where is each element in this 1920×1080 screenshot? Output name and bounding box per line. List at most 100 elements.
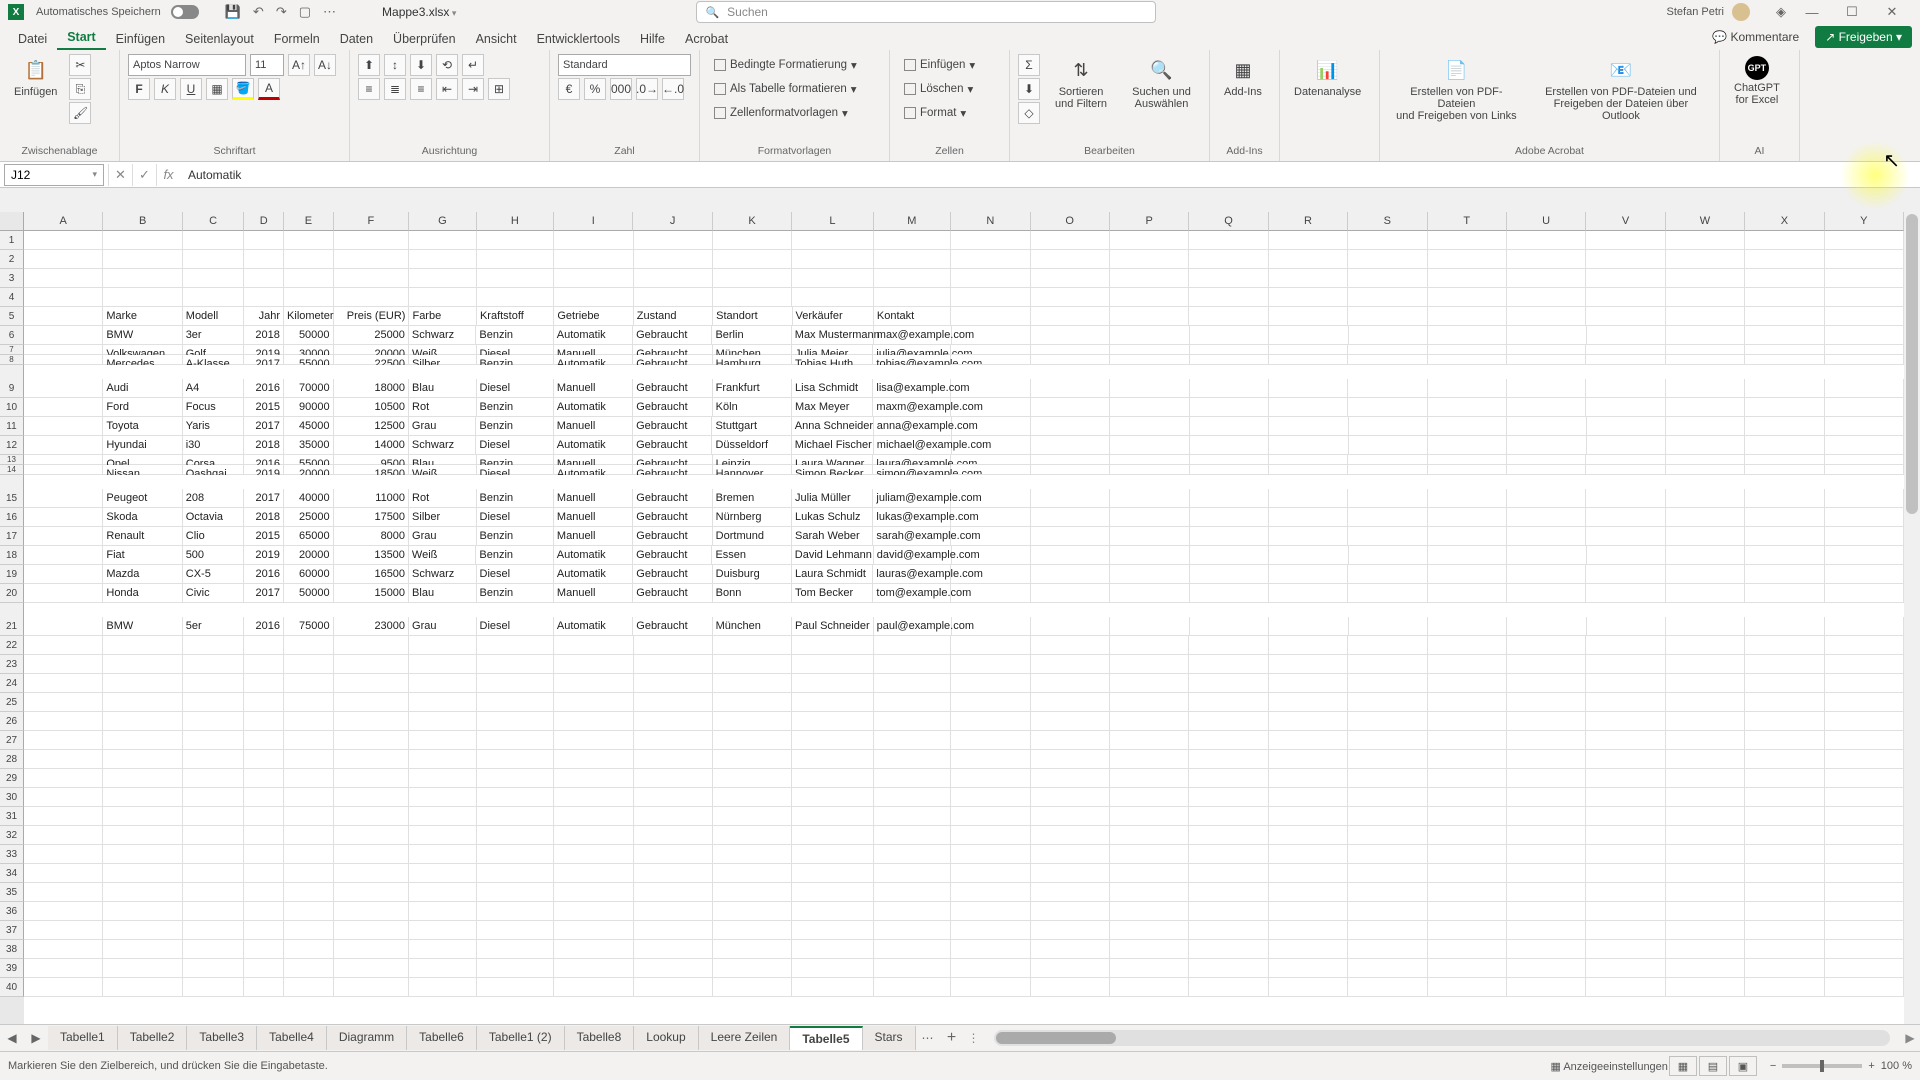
cell[interactable] — [1031, 379, 1110, 398]
row-header[interactable]: 27 — [0, 731, 24, 750]
cell[interactable]: maxm@example.com — [873, 398, 951, 417]
cell[interactable]: 50000 — [284, 326, 334, 345]
cell[interactable] — [183, 826, 245, 845]
cell[interactable]: 70000 — [284, 379, 334, 398]
cell[interactable] — [1269, 978, 1348, 997]
cell[interactable] — [1745, 288, 1824, 307]
cell[interactable] — [1110, 940, 1189, 959]
cell[interactable]: Grau — [409, 527, 476, 546]
cell[interactable]: Clio — [183, 527, 245, 546]
cell[interactable]: 14000 — [334, 436, 409, 455]
cell[interactable] — [1031, 693, 1110, 712]
cell[interactable] — [1666, 826, 1745, 845]
cell[interactable]: Gebraucht — [633, 617, 712, 636]
cell[interactable]: Diesel — [477, 508, 554, 527]
cell[interactable] — [1269, 307, 1348, 326]
column-header-C[interactable]: C — [183, 212, 245, 231]
paste-button[interactable]: 📋Einfügen — [8, 54, 63, 100]
cell[interactable] — [24, 398, 103, 417]
column-header-B[interactable]: B — [103, 212, 182, 231]
cell[interactable]: Skoda — [103, 508, 182, 527]
cell[interactable] — [554, 921, 633, 940]
user-avatar[interactable] — [1732, 3, 1750, 21]
cell[interactable] — [284, 807, 334, 826]
cell[interactable] — [792, 769, 873, 788]
cell[interactable] — [244, 636, 284, 655]
cell[interactable] — [183, 250, 245, 269]
cell[interactable] — [1428, 940, 1507, 959]
cell[interactable] — [1110, 379, 1189, 398]
cell[interactable]: Kontakt — [874, 307, 951, 326]
cell[interactable] — [183, 712, 245, 731]
cell[interactable] — [713, 978, 792, 997]
cell[interactable] — [874, 788, 951, 807]
cell[interactable] — [1031, 489, 1110, 508]
cell[interactable] — [244, 712, 284, 731]
cell[interactable] — [24, 731, 103, 750]
cell[interactable] — [409, 288, 477, 307]
sheet-more-icon[interactable]: ⋯ — [916, 1031, 940, 1045]
cell[interactable] — [1666, 436, 1745, 455]
cell[interactable] — [1110, 712, 1189, 731]
cell[interactable] — [1507, 769, 1586, 788]
cell[interactable] — [334, 250, 409, 269]
tab-ueberpruefen[interactable]: Überprüfen — [383, 28, 466, 50]
wrap-text-icon[interactable]: ↵ — [462, 54, 484, 76]
sheet-tab[interactable]: Tabelle6 — [407, 1026, 477, 1050]
cell[interactable] — [1031, 546, 1110, 565]
row-header[interactable]: 14 — [0, 465, 24, 475]
cell[interactable] — [1825, 250, 1904, 269]
cell[interactable]: 23000 — [334, 617, 409, 636]
cell[interactable] — [334, 712, 409, 731]
cell[interactable] — [1348, 655, 1427, 674]
cell[interactable] — [334, 693, 409, 712]
cell[interactable] — [477, 959, 554, 978]
cell[interactable] — [792, 655, 873, 674]
cell[interactable] — [1031, 345, 1110, 355]
row-header[interactable]: 40 — [0, 978, 24, 997]
cell[interactable]: Automatik — [554, 355, 633, 365]
cell[interactable] — [284, 693, 334, 712]
insert-cells-button[interactable]: Einfügen ▾ — [898, 54, 981, 76]
row-header[interactable]: 20 — [0, 584, 24, 603]
cell[interactable]: Max Mustermann — [792, 326, 874, 345]
cell[interactable]: 9500 — [334, 455, 409, 465]
cell[interactable] — [1666, 750, 1745, 769]
cell[interactable] — [244, 250, 284, 269]
cell[interactable] — [951, 807, 1030, 826]
cell[interactable] — [1666, 584, 1745, 603]
data-analysis-button[interactable]: 📊Datenanalyse — [1288, 54, 1367, 100]
cell[interactable] — [792, 269, 873, 288]
cell[interactable]: Benzin — [476, 417, 553, 436]
sheet-tab[interactable]: Tabelle5 — [790, 1026, 862, 1050]
row-header[interactable]: 30 — [0, 788, 24, 807]
cell[interactable]: Gebraucht — [633, 584, 712, 603]
cell[interactable] — [792, 788, 873, 807]
cell[interactable] — [24, 864, 103, 883]
cell[interactable]: 2017 — [244, 584, 284, 603]
cell[interactable] — [1110, 750, 1189, 769]
cell[interactable] — [1348, 355, 1427, 365]
cell[interactable] — [284, 902, 334, 921]
cell[interactable] — [1269, 379, 1348, 398]
cell[interactable] — [874, 750, 951, 769]
cell[interactable] — [634, 883, 713, 902]
qat-more-icon[interactable]: ⋯ — [323, 4, 336, 20]
cell[interactable] — [284, 921, 334, 940]
merge-icon[interactable]: ⊞ — [488, 78, 510, 100]
cell[interactable]: Silber — [409, 355, 476, 365]
cell[interactable] — [1507, 584, 1586, 603]
cell[interactable] — [874, 269, 951, 288]
align-center-icon[interactable]: ≣ — [384, 78, 406, 100]
cell[interactable] — [951, 959, 1030, 978]
cell[interactable] — [1507, 269, 1586, 288]
cell[interactable] — [244, 940, 284, 959]
cell[interactable] — [24, 527, 103, 546]
cell[interactable] — [183, 636, 245, 655]
cell[interactable] — [1507, 417, 1586, 436]
cell[interactable] — [1031, 826, 1110, 845]
cell[interactable] — [334, 826, 409, 845]
formula-input[interactable]: Automatik — [180, 168, 1920, 182]
cell[interactable] — [1031, 231, 1110, 250]
cell[interactable] — [244, 693, 284, 712]
